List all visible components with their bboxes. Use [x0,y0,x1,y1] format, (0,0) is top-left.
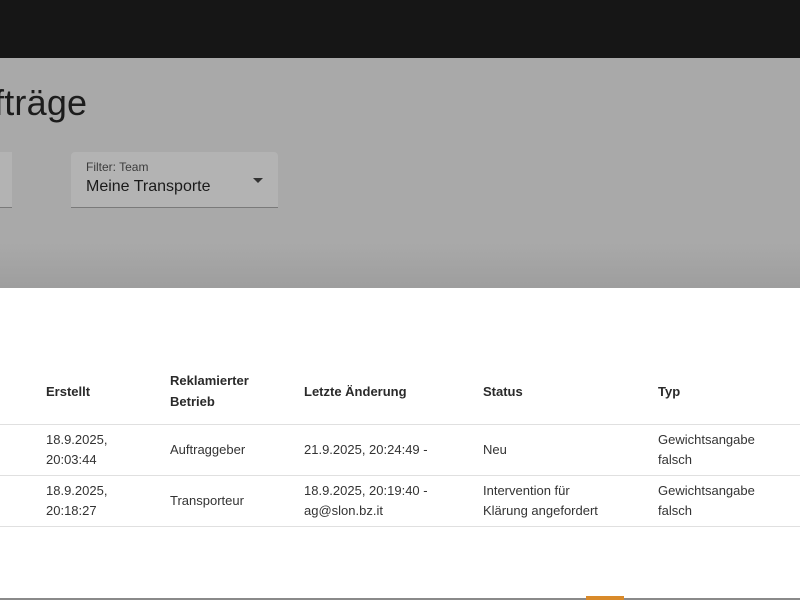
page-header-overlay: fträge Filter: Team Meine Transporte [0,58,800,288]
team-filter-select[interactable]: Filter: Team Meine Transporte [71,152,278,208]
cell-last-change-line2: ag@slon.bz.it [304,503,383,518]
cell-status-line1: Neu [483,442,507,457]
filter-field-partial[interactable] [0,152,12,208]
cell-created-date: 18.9.2025, [46,483,108,498]
cell-created-time: 20:03:44 [46,452,97,467]
column-header-type[interactable]: Typ [658,381,680,402]
cell-type: Gewichtsangabe falsch [658,481,755,521]
cell-created: 18.9.2025, 20:03:44 [46,430,107,470]
cell-last-change: 18.9.2025, 20:19:40 - ag@slon.bz.it [304,481,428,521]
team-filter-label: Filter: Team [86,160,149,174]
column-header-company[interactable]: Reklamierter Betrieb [170,370,249,412]
column-header-company-line1: Reklamierter [170,373,249,388]
bottom-accent-marker [586,596,624,600]
table-header-row: Erstellt Reklamierter Betrieb Letzte Änd… [0,358,800,425]
cell-type: Gewichtsangabe falsch [658,430,755,470]
column-header-created[interactable]: Erstellt [46,381,90,402]
cell-status: Neu [483,440,507,460]
team-filter-value: Meine Transporte [86,178,211,195]
cell-type-line1: Gewichtsangabe [658,432,755,447]
chevron-down-icon[interactable] [253,178,263,183]
cell-status-line1: Intervention für [483,483,570,498]
table-row[interactable]: 18.9.2025, 20:18:27 Transporteur 18.9.20… [0,476,800,527]
table-row[interactable]: 18.9.2025, 20:03:44 Auftraggeber 21.9.20… [0,425,800,476]
column-header-company-line2: Betrieb [170,394,215,409]
cell-created: 18.9.2025, 20:18:27 [46,481,107,521]
column-header-last-change[interactable]: Letzte Änderung [304,381,407,402]
cell-type-line2: falsch [658,503,692,518]
cell-created-date: 18.9.2025, [46,432,108,447]
complaints-table: Erstellt Reklamierter Betrieb Letzte Änd… [0,288,800,600]
cell-created-time: 20:18:27 [46,503,97,518]
cell-type-line2: falsch [658,452,692,467]
cell-company: Auftraggeber [170,442,246,457]
cell-last-change: 21.9.2025, 20:24:49 - [304,440,428,460]
top-app-bar [0,0,800,58]
page-title: fträge [0,82,88,123]
column-header-status[interactable]: Status [483,381,523,402]
cell-last-change-line1: 21.9.2025, 20:24:49 - [304,442,428,457]
cell-type-line1: Gewichtsangabe [658,483,755,498]
cell-last-change-line1: 18.9.2025, 20:19:40 - [304,483,428,498]
cell-status-line2: Klärung angefordert [483,503,598,518]
cell-status: Intervention für Klärung angefordert [483,481,598,521]
cell-company: Transporteur [170,493,244,508]
